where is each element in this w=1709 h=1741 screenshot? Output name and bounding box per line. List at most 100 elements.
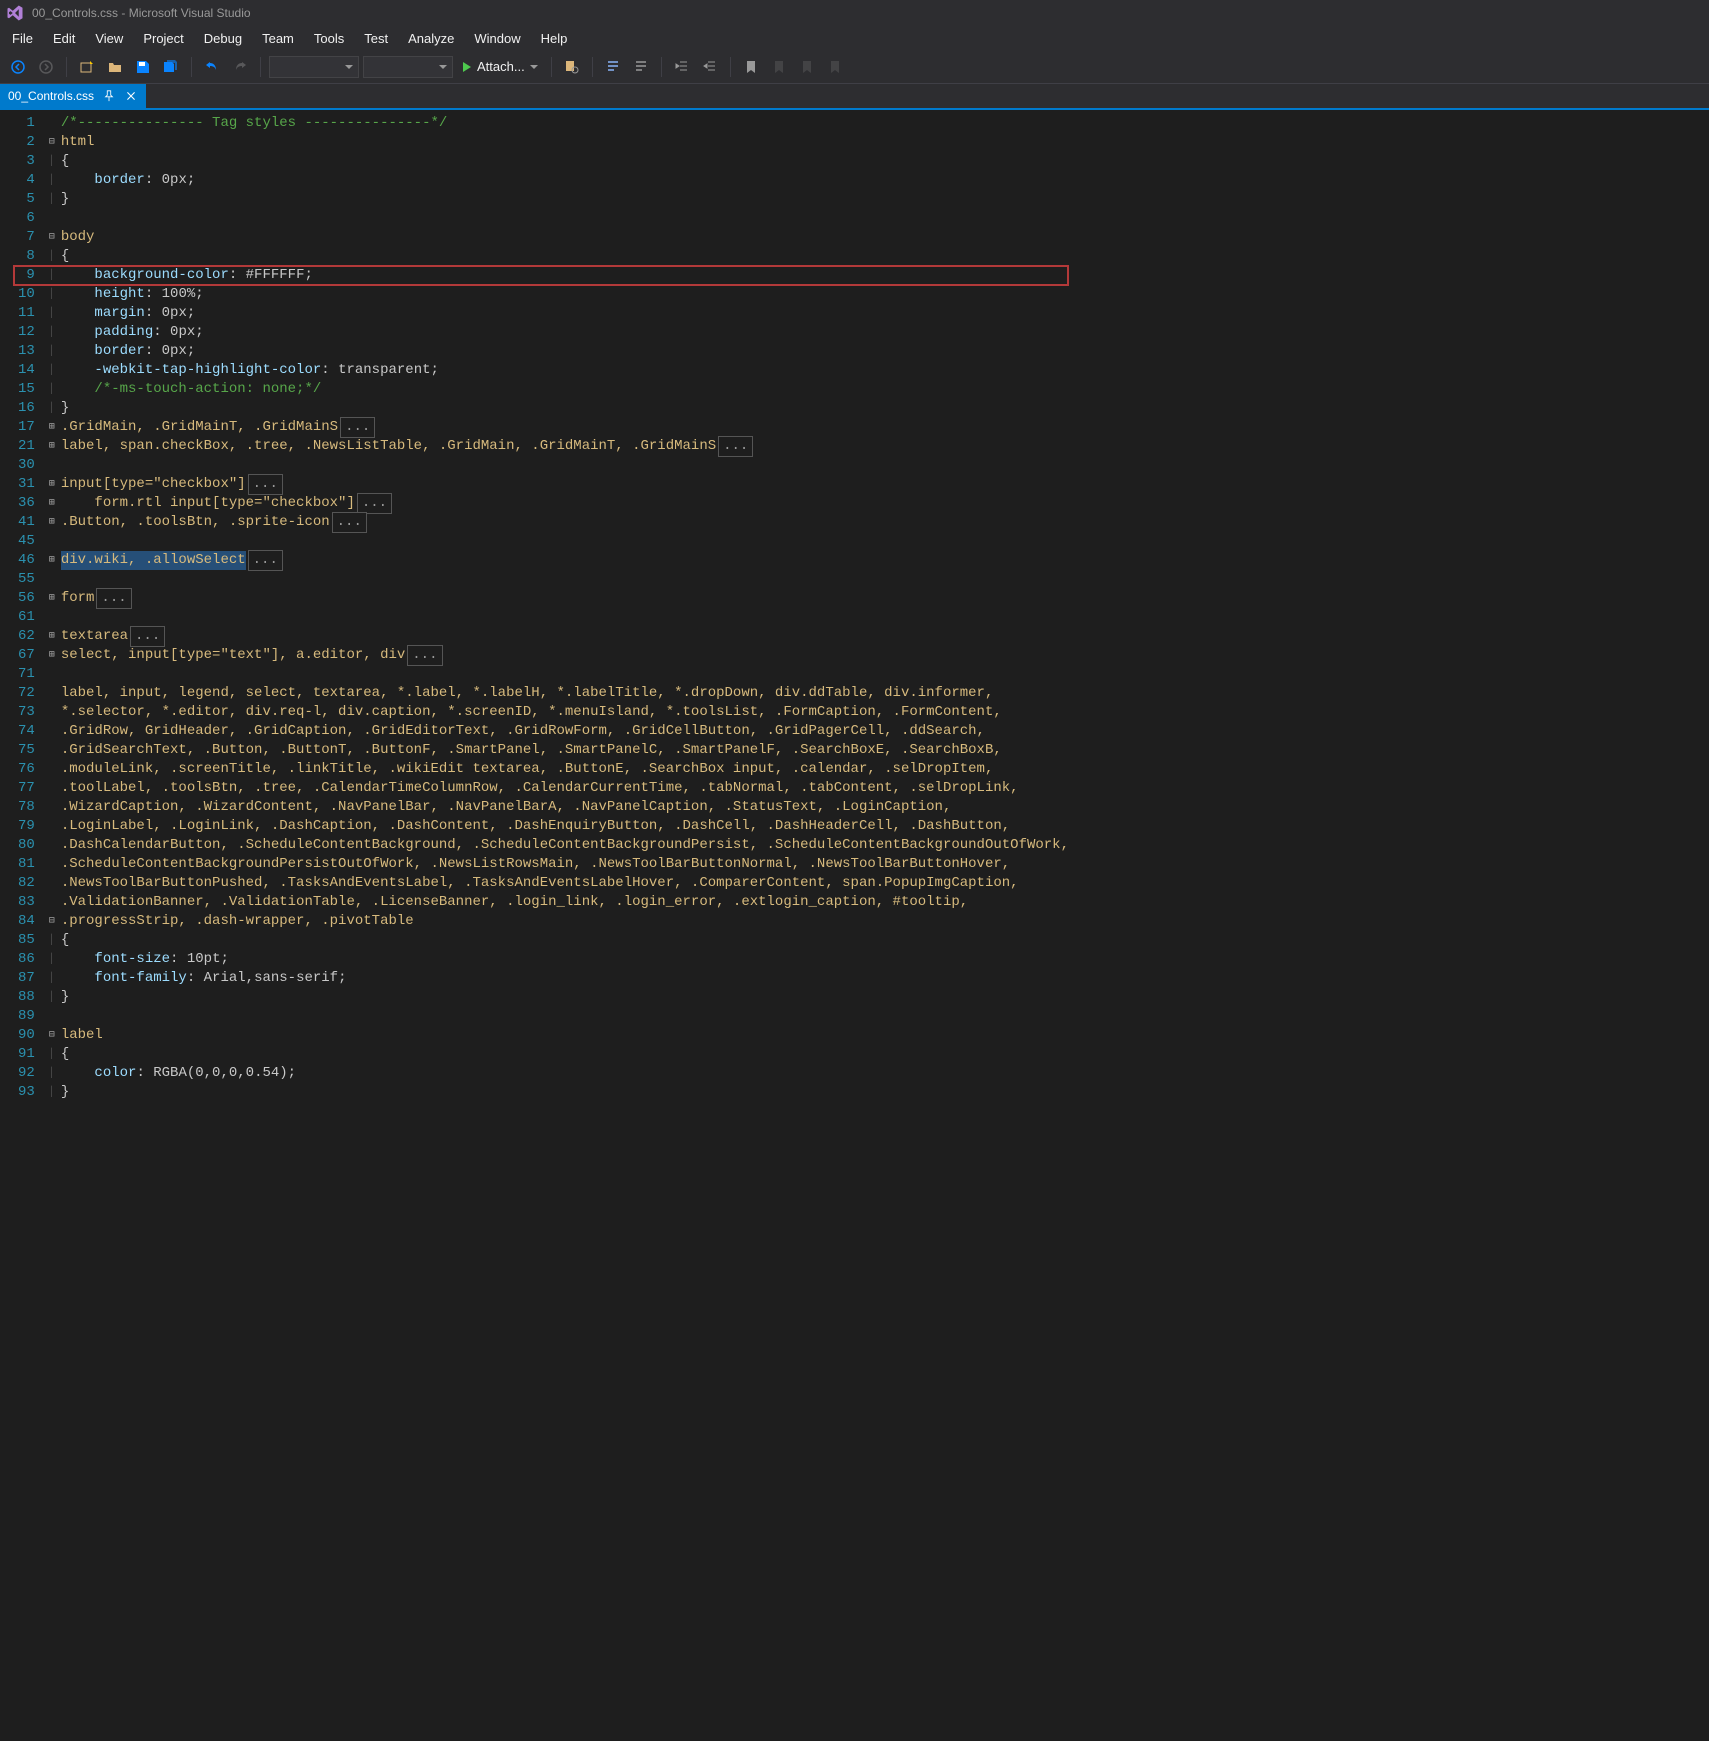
code-line[interactable]: .progressStrip, .dash-wrapper, .pivotTab… [61, 912, 1069, 931]
code-line[interactable]: height: 100%; [61, 285, 1069, 304]
fold-expand-icon[interactable] [45, 475, 59, 494]
fold-expand-icon[interactable] [45, 589, 59, 608]
code-line[interactable] [61, 532, 1069, 551]
menu-window[interactable]: Window [464, 27, 530, 50]
code-line[interactable]: color: RGBA(0,0,0,0.54); [61, 1064, 1069, 1083]
save-all-button[interactable] [159, 55, 183, 79]
fold-expand-icon[interactable] [45, 513, 59, 532]
code-line[interactable]: font-family: Arial,sans-serif; [61, 969, 1069, 988]
solution-platform-dropdown[interactable] [363, 56, 453, 78]
code-line[interactable]: .LoginLabel, .LoginLink, .DashCaption, .… [61, 817, 1069, 836]
code-line[interactable]: label [61, 1026, 1069, 1045]
code-line[interactable]: label, span.checkBox, .tree, .NewsListTa… [61, 437, 1069, 456]
comment-button[interactable] [601, 55, 625, 79]
code-line[interactable]: div.wiki, .allowSelect... [61, 551, 1069, 570]
collapsed-region[interactable]: ... [718, 436, 753, 457]
save-button[interactable] [131, 55, 155, 79]
menu-test[interactable]: Test [354, 27, 398, 50]
code-line[interactable]: .ValidationBanner, .ValidationTable, .Li… [61, 893, 1069, 912]
code-line[interactable]: border: 0px; [61, 342, 1069, 361]
collapsed-region[interactable]: ... [96, 588, 131, 609]
code-line[interactable]: body [61, 228, 1069, 247]
indent-button[interactable] [670, 55, 694, 79]
code-content[interactable]: /*--------------- Tag styles -----------… [59, 110, 1069, 1741]
code-line[interactable]: select, input[type="text"], a.editor, di… [61, 646, 1069, 665]
code-line[interactable]: *.selector, *.editor, div.req-l, div.cap… [61, 703, 1069, 722]
next-bookmark-button[interactable] [795, 55, 819, 79]
new-project-button[interactable] [75, 55, 99, 79]
code-line[interactable]: /*-ms-touch-action: none;*/ [61, 380, 1069, 399]
code-line[interactable]: .NewsToolBarButtonPushed, .TasksAndEvent… [61, 874, 1069, 893]
menu-tools[interactable]: Tools [304, 27, 354, 50]
collapsed-region[interactable]: ... [407, 645, 442, 666]
code-line[interactable]: } [61, 1083, 1069, 1102]
code-line[interactable]: form.rtl input[type="checkbox"]... [61, 494, 1069, 513]
code-line[interactable]: -webkit-tap-highlight-color: transparent… [61, 361, 1069, 380]
collapsed-region[interactable]: ... [248, 550, 283, 571]
fold-expand-icon[interactable] [45, 646, 59, 665]
code-line[interactable] [61, 570, 1069, 589]
code-line[interactable] [61, 1007, 1069, 1026]
collapsed-region[interactable]: ... [340, 417, 375, 438]
close-icon[interactable] [124, 89, 138, 103]
menu-view[interactable]: View [85, 27, 133, 50]
code-line[interactable]: .GridRow, GridHeader, .GridCaption, .Gri… [61, 722, 1069, 741]
fold-gutter[interactable] [45, 110, 59, 1741]
code-line[interactable]: .Button, .toolsBtn, .sprite-icon... [61, 513, 1069, 532]
code-line[interactable] [61, 209, 1069, 228]
fold-expand-icon[interactable] [45, 627, 59, 646]
fold-collapse-icon[interactable] [45, 228, 59, 247]
open-file-button[interactable] [103, 55, 127, 79]
code-line[interactable]: .DashCalendarButton, .ScheduleContentBac… [61, 836, 1069, 855]
tab-active[interactable]: 00_Controls.css [0, 84, 146, 108]
fold-expand-icon[interactable] [45, 494, 59, 513]
code-line[interactable]: { [61, 247, 1069, 266]
undo-button[interactable] [200, 55, 224, 79]
code-line[interactable]: } [61, 988, 1069, 1007]
collapsed-region[interactable]: ... [248, 474, 283, 495]
code-line[interactable]: } [61, 399, 1069, 418]
code-line[interactable]: .WizardCaption, .WizardContent, .NavPane… [61, 798, 1069, 817]
code-line[interactable]: textarea... [61, 627, 1069, 646]
nav-forward-button[interactable] [34, 55, 58, 79]
code-line[interactable]: border: 0px; [61, 171, 1069, 190]
fold-collapse-icon[interactable] [45, 133, 59, 152]
menu-project[interactable]: Project [133, 27, 193, 50]
code-line[interactable]: .ScheduleContentBackgroundPersistOutOfWo… [61, 855, 1069, 874]
menu-file[interactable]: File [2, 27, 43, 50]
fold-expand-icon[interactable] [45, 418, 59, 437]
code-line[interactable] [61, 456, 1069, 475]
menu-debug[interactable]: Debug [194, 27, 252, 50]
menu-analyze[interactable]: Analyze [398, 27, 464, 50]
attach-debugger-button[interactable]: Attach... [457, 56, 543, 78]
pin-icon[interactable] [102, 89, 116, 103]
code-line[interactable] [61, 608, 1069, 627]
menu-team[interactable]: Team [252, 27, 304, 50]
fold-expand-icon[interactable] [45, 437, 59, 456]
fold-expand-icon[interactable] [45, 551, 59, 570]
outdent-button[interactable] [698, 55, 722, 79]
code-line[interactable]: { [61, 152, 1069, 171]
code-line[interactable]: html [61, 133, 1069, 152]
code-editor[interactable]: 1234567891011121314151617213031364145465… [0, 110, 1709, 1741]
code-line[interactable]: padding: 0px; [61, 323, 1069, 342]
redo-button[interactable] [228, 55, 252, 79]
fold-collapse-icon[interactable] [45, 1026, 59, 1045]
code-line[interactable]: .GridSearchText, .Button, .ButtonT, .But… [61, 741, 1069, 760]
fold-collapse-icon[interactable] [45, 912, 59, 931]
code-line[interactable]: { [61, 931, 1069, 950]
code-line[interactable]: { [61, 1045, 1069, 1064]
code-line[interactable]: form... [61, 589, 1069, 608]
code-line[interactable]: input[type="checkbox"]... [61, 475, 1069, 494]
code-line[interactable]: font-size: 10pt; [61, 950, 1069, 969]
code-line[interactable]: .toolLabel, .toolsBtn, .tree, .CalendarT… [61, 779, 1069, 798]
bookmark-button[interactable] [739, 55, 763, 79]
uncomment-button[interactable] [629, 55, 653, 79]
code-line[interactable]: .moduleLink, .screenTitle, .linkTitle, .… [61, 760, 1069, 779]
menu-help[interactable]: Help [531, 27, 578, 50]
code-line[interactable]: background-color: #FFFFFF; [61, 266, 1069, 285]
code-line[interactable]: label, input, legend, select, textarea, … [61, 684, 1069, 703]
menu-edit[interactable]: Edit [43, 27, 85, 50]
code-line[interactable]: .GridMain, .GridMainT, .GridMainS... [61, 418, 1069, 437]
code-line[interactable]: margin: 0px; [61, 304, 1069, 323]
